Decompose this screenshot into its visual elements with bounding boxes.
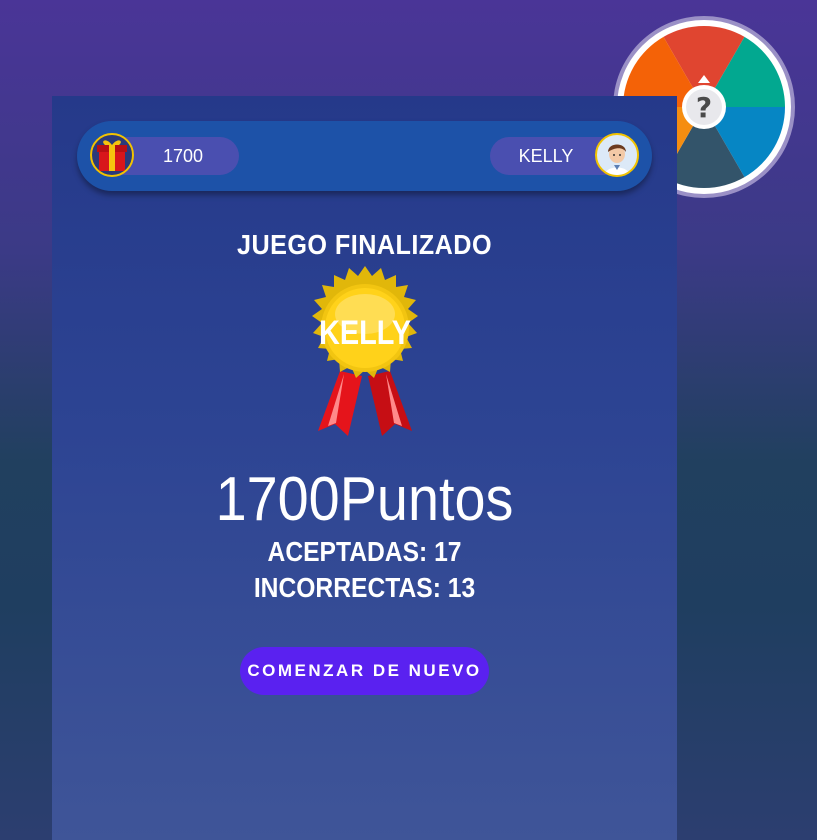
svg-text:?: ? xyxy=(696,91,712,124)
user-avatar-icon xyxy=(595,133,639,177)
score-unit: Puntos xyxy=(339,465,514,534)
points-value: 1700 xyxy=(162,145,204,166)
player-name: KELLY xyxy=(518,145,574,166)
gift-icon xyxy=(90,133,134,177)
correct-answers: ACEPTADAS: 17 xyxy=(267,536,462,567)
score-value: 1700 xyxy=(215,465,340,534)
restart-button[interactable]: COMENZAR DE NUEVO xyxy=(240,647,489,695)
top-bar: 1700 KELLY xyxy=(77,121,652,191)
final-score: 1700Puntos xyxy=(83,464,646,535)
medal-icon: KELLY xyxy=(300,266,430,438)
game-over-title: JUEGO FINALIZADO xyxy=(236,229,493,260)
medal-player-name: KELLY xyxy=(318,314,412,352)
incorrect-answers: INCORRECTAS: 13 xyxy=(253,572,476,603)
game-over-panel: 1700 KELLY JUEGO FINALIZADO KELLY 1700Pu… xyxy=(52,96,677,840)
